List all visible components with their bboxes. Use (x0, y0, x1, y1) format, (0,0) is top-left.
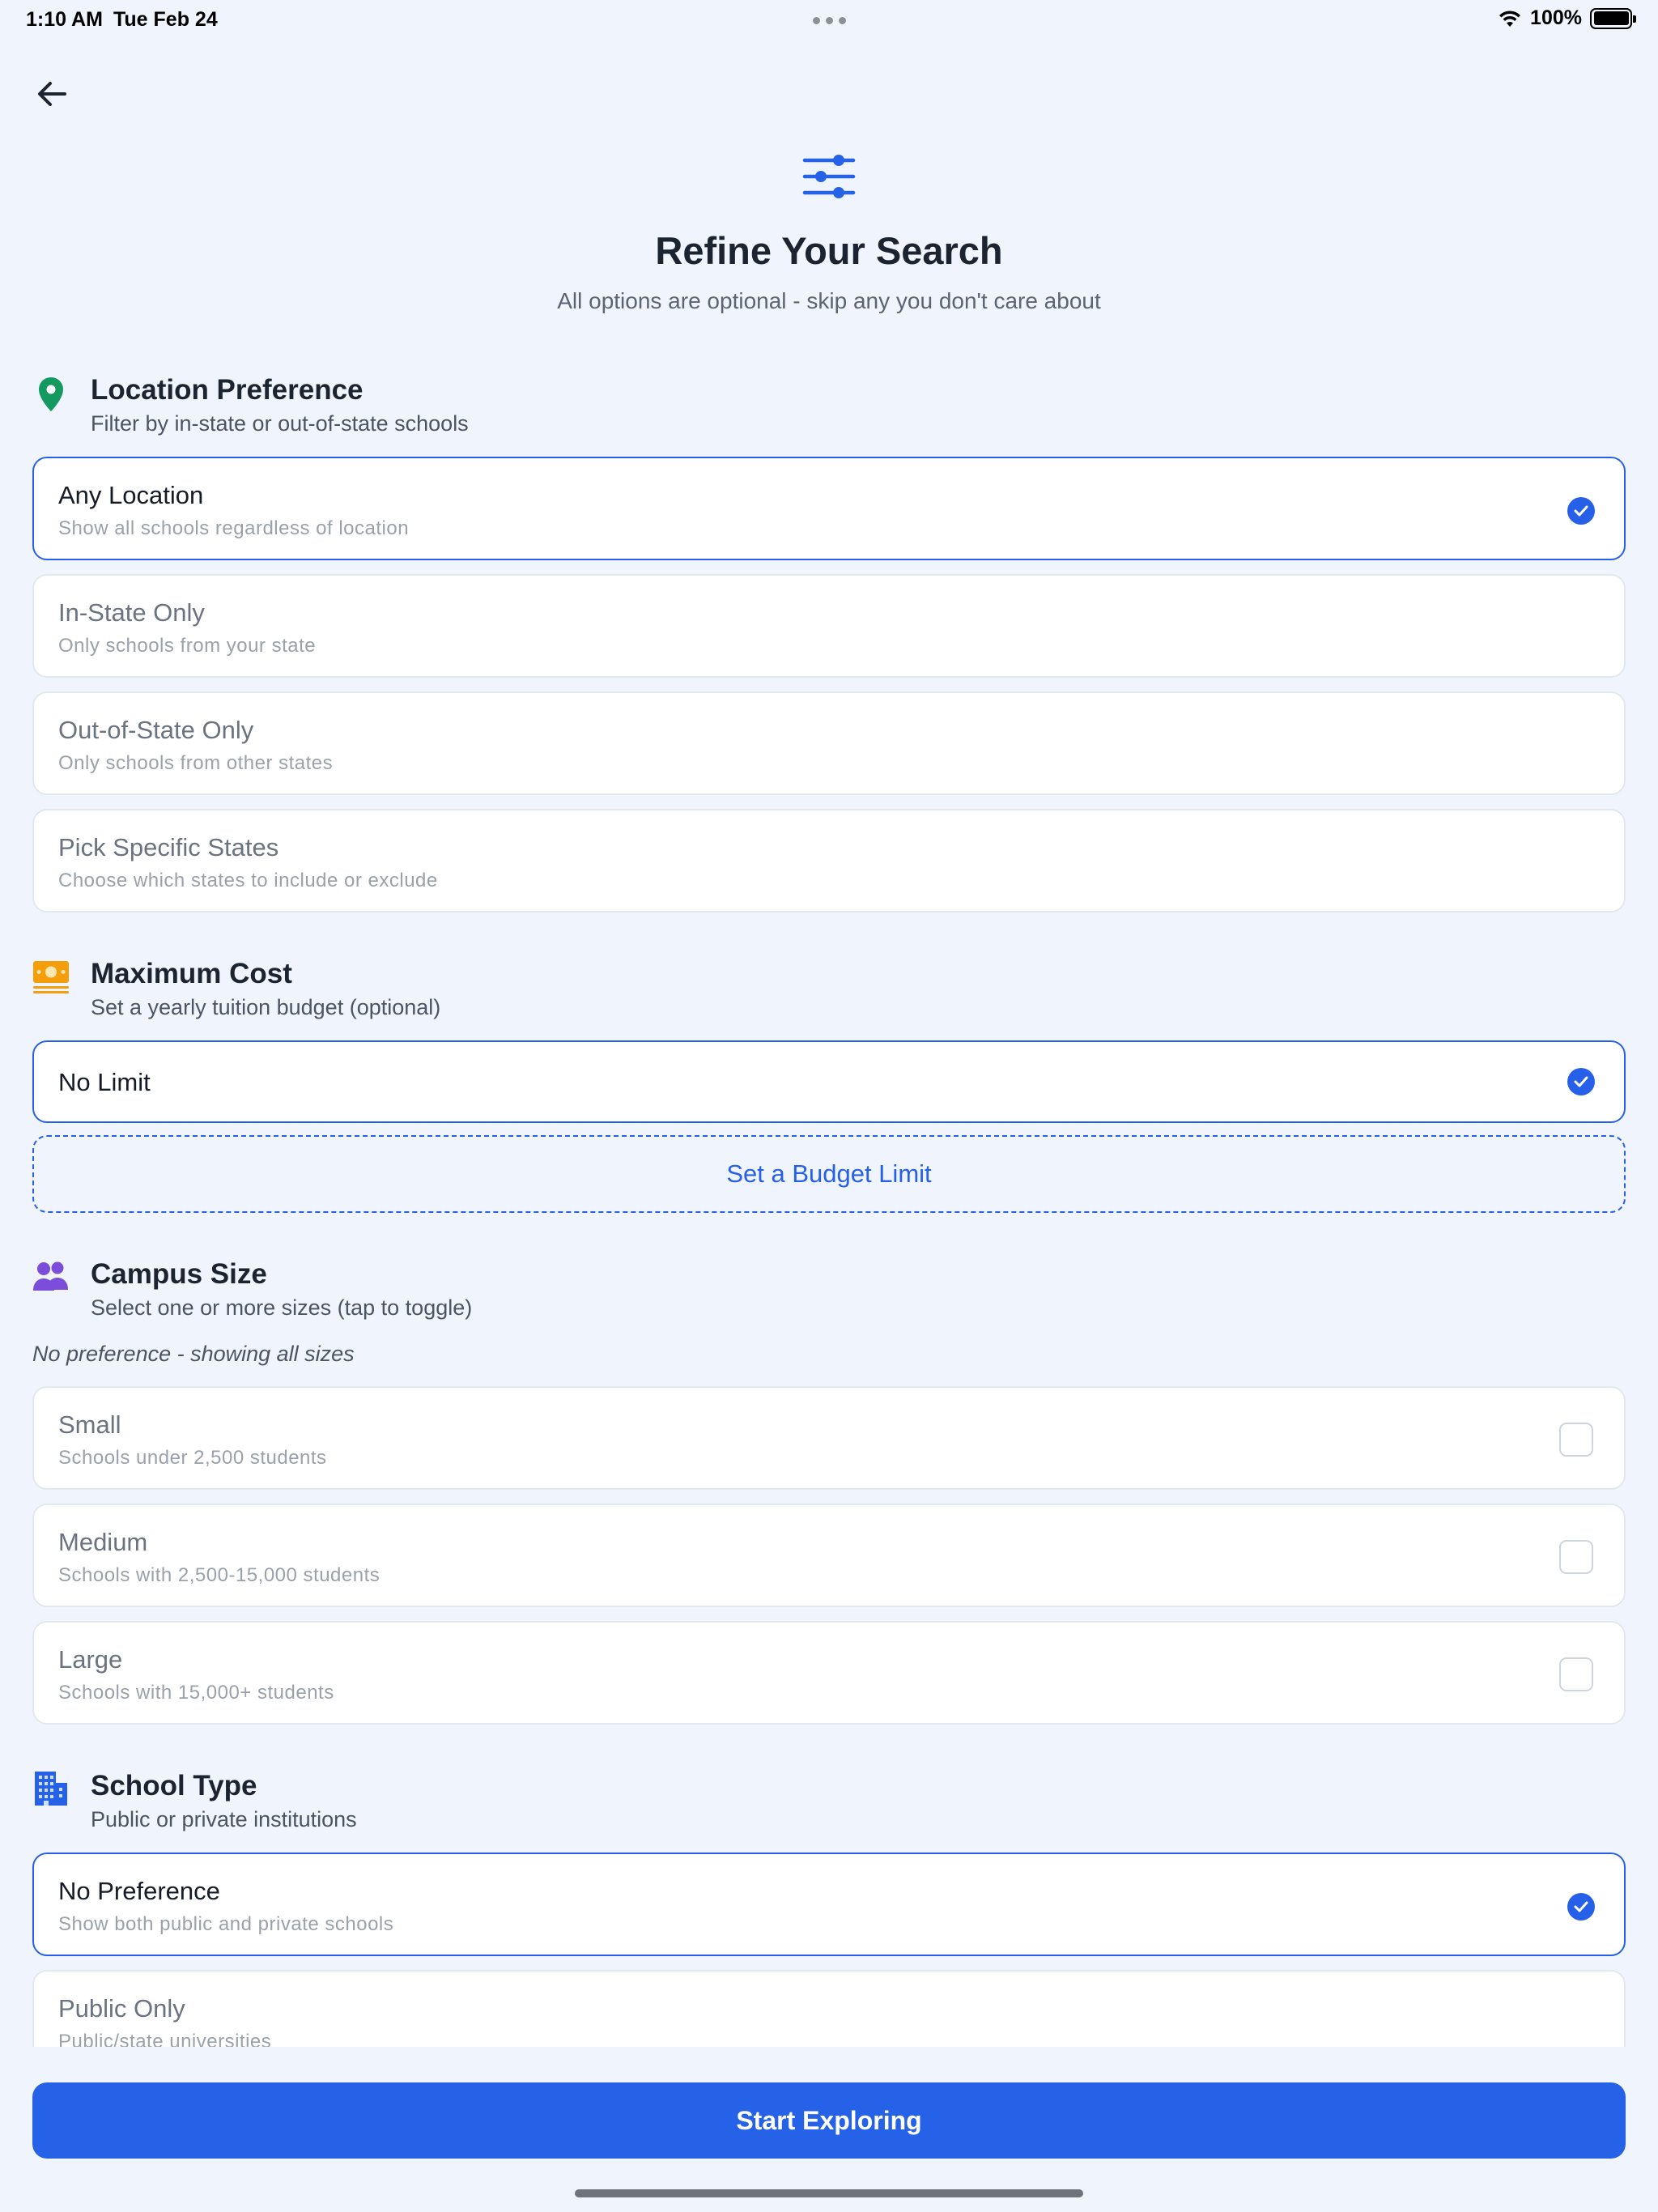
page-title: Refine Your Search (655, 229, 1003, 272)
section-subtitle-campus: Select one or more sizes (tap to toggle) (91, 1295, 473, 1320)
section-title-cost: Maximum Cost (91, 958, 292, 989)
status-time: 1:10 AM (26, 8, 103, 31)
option-description: Schools with 2,500-15,000 students (58, 1564, 380, 1586)
status-bar: 1:10 AM Tue Feb 24 100% (0, 0, 1658, 40)
arrow-left-icon (38, 82, 66, 106)
start-exploring-button[interactable]: Start Exploring (32, 2082, 1626, 2159)
checkbox[interactable] (1559, 1657, 1593, 1691)
people-icon (32, 1258, 70, 1295)
section-title-school-type: School Type (91, 1770, 257, 1802)
option-no-preference[interactable]: No Preference Show both public and priva… (32, 1853, 1626, 1956)
checkbox[interactable] (1559, 1540, 1593, 1574)
page-subtitle: All options are optional - skip any you … (557, 288, 1101, 313)
money-icon (32, 959, 70, 996)
building-icon (32, 1770, 70, 1807)
sliders-icon (801, 152, 857, 201)
option-pick-specific-states[interactable]: Pick Specific States Choose which states… (32, 809, 1626, 912)
battery-icon (1590, 7, 1636, 29)
map-pin-icon (32, 376, 70, 413)
home-indicator[interactable] (575, 2189, 1083, 2197)
option-label: Small (58, 1410, 121, 1439)
section-subtitle-school-type: Public or private institutions (91, 1807, 357, 1831)
option-description: Choose which states to include or exclud… (58, 870, 438, 891)
set-budget-limit-button[interactable]: Set a Budget Limit (32, 1135, 1626, 1213)
wifi-icon (1499, 10, 1521, 27)
checkbox[interactable] (1559, 1423, 1593, 1457)
option-campus-large[interactable]: Large Schools with 15,000+ students (32, 1621, 1626, 1725)
option-label: No Preference (58, 1877, 220, 1905)
option-out-of-state-only[interactable]: Out-of-State Only Only schools from othe… (32, 691, 1626, 795)
back-button[interactable] (31, 73, 73, 115)
option-label: Large (58, 1645, 123, 1674)
section-title-campus: Campus Size (91, 1258, 267, 1290)
option-description: Show both public and private schools (58, 1913, 394, 1935)
option-in-state-only[interactable]: In-State Only Only schools from your sta… (32, 574, 1626, 678)
option-label: No Limit (58, 1068, 151, 1096)
option-label: Medium (58, 1528, 148, 1556)
option-label: In-State Only (58, 598, 205, 627)
checkmark-circle-icon (1567, 1893, 1595, 1921)
option-description: Show all schools regardless of location (58, 517, 410, 539)
option-description: Schools under 2,500 students (58, 1447, 327, 1469)
option-campus-medium[interactable]: Medium Schools with 2,500-15,000 student… (32, 1504, 1626, 1607)
multitasking-dots-icon[interactable] (810, 8, 848, 32)
checkmark-circle-icon (1567, 497, 1595, 525)
status-date: Tue Feb 24 (113, 8, 218, 31)
option-description: Schools with 15,000+ students (58, 1682, 334, 1704)
option-description: Only schools from your state (58, 635, 317, 657)
option-no-limit[interactable]: No Limit (32, 1040, 1626, 1123)
option-label: Any Location (58, 481, 204, 509)
section-subtitle-location: Filter by in-state or out-of-state schoo… (91, 411, 469, 436)
option-description: Only schools from other states (58, 752, 334, 774)
section-subtitle-cost: Set a yearly tuition budget (optional) (91, 995, 441, 1019)
option-label: Pick Specific States (58, 833, 279, 861)
battery-percent: 100% (1530, 6, 1582, 29)
section-title-location: Location Preference (91, 374, 363, 406)
campus-size-note: No preference - showing all sizes (32, 1342, 355, 1366)
checkmark-circle-icon (1567, 1068, 1595, 1095)
option-label: Public Only (58, 1994, 185, 2023)
status-right: 100% (1498, 6, 1636, 30)
option-any-location[interactable]: Any Location Show all schools regardless… (32, 457, 1626, 560)
option-label: Out-of-State Only (58, 716, 254, 744)
option-campus-small[interactable]: Small Schools under 2,500 students (32, 1386, 1626, 1490)
